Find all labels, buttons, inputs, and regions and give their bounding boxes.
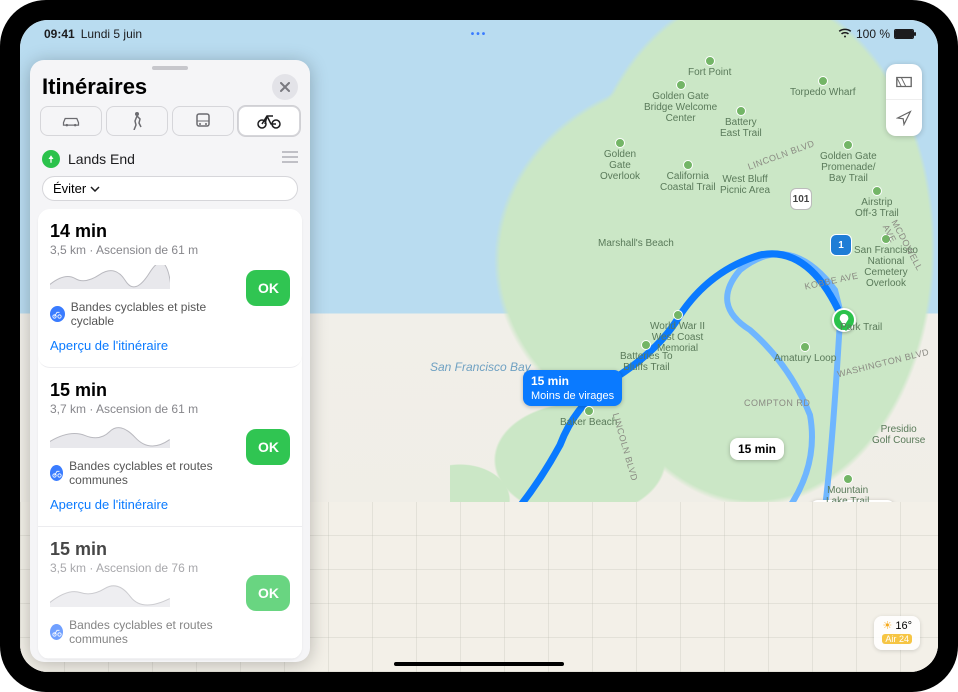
weather-widget[interactable]: ☀︎ 16° Air 24	[874, 616, 920, 650]
locate-button[interactable]	[886, 100, 922, 136]
destination-name: Lands End	[68, 151, 274, 167]
bicycle-icon	[257, 113, 281, 129]
park-icon	[42, 150, 60, 168]
route-option-2[interactable]: 15 min 3,7 km · Ascension de 61 m Bandes…	[38, 368, 302, 527]
road-california: CALIFORNIA ST	[652, 626, 726, 636]
lane-text: Bandes cyclables et piste cyclable	[71, 300, 238, 328]
transit-icon	[195, 113, 211, 129]
battery-percent: 100 %	[856, 27, 890, 41]
statusbar-time: 09:41	[44, 27, 75, 41]
road-lake: LAKE ST	[696, 590, 737, 600]
shield-1: 1	[830, 234, 852, 256]
weather-temp: 16°	[895, 620, 912, 632]
lane-text: Bandes cyclables et routes communes	[69, 459, 238, 487]
route-sub: 3,7 km · Ascension de 61 m	[50, 402, 238, 416]
close-button[interactable]	[272, 74, 298, 100]
route-option-3[interactable]: 15 min 3,5 km · Ascension de 76 m Bandes…	[38, 527, 302, 659]
sun-icon: ☀︎	[882, 620, 892, 632]
home-indicator[interactable]	[394, 662, 564, 666]
mode-cycle[interactable]	[238, 106, 300, 136]
bike-lane-icon	[50, 306, 65, 322]
destination-pin[interactable]	[378, 570, 402, 594]
panel-grabber[interactable]	[152, 66, 188, 70]
statusbar-date: Lundi 5 juin	[81, 27, 142, 41]
reorder-icon[interactable]	[282, 150, 298, 168]
car-icon	[61, 114, 81, 128]
go-button[interactable]: OK	[246, 429, 290, 465]
road-compton: COMPTON RD	[744, 398, 810, 408]
bike-lane-icon	[50, 465, 63, 481]
transport-mode-segmented	[30, 106, 310, 144]
route-list: 14 min 3,5 km · Ascension de 61 m Bandes…	[30, 209, 310, 662]
poi-china: China Beach	[410, 536, 467, 558]
route-sub: 3,5 km · Ascension de 61 m	[50, 243, 238, 257]
route-sub: 3,5 km · Ascension de 76 m	[50, 561, 238, 575]
road-seacliff: SEACLIFF	[488, 556, 535, 566]
elevation-sparkline	[50, 424, 170, 448]
panel-title: Itinéraires	[42, 74, 147, 100]
shield-101: 101	[790, 188, 812, 210]
battery-icon	[894, 29, 914, 39]
poi-lobos-valley: Lobos Creek Valley Trail	[614, 516, 671, 549]
route-callout-mid[interactable]: 15 min	[730, 438, 784, 460]
route-time: 15 min	[50, 380, 238, 401]
route-callout-fast[interactable]: 14 min Le plus rapide	[810, 500, 895, 536]
wifi-icon	[838, 27, 852, 41]
layers-button[interactable]	[886, 64, 922, 100]
elevation-sparkline	[50, 583, 170, 607]
bike-lane-icon	[50, 624, 63, 640]
road-elcamino: EL CAMINO DEL MAR	[326, 610, 426, 620]
route-preview-link[interactable]: Aperçu de l'itinéraire	[50, 497, 168, 512]
walk-icon	[131, 112, 143, 130]
mode-walk[interactable]	[106, 106, 168, 136]
mode-drive[interactable]	[40, 106, 102, 136]
destination-row[interactable]: Lands End	[30, 144, 310, 174]
multitask-dots-icon[interactable]: •••	[471, 29, 488, 40]
directions-panel: Itinéraires	[30, 60, 310, 662]
origin-pin[interactable]	[832, 308, 856, 332]
avoid-label: Éviter	[53, 181, 86, 196]
location-arrow-icon	[896, 110, 912, 126]
aqi-badge: Air 24	[882, 634, 912, 644]
poi-mtn-lake-park: Mountain Lake Park	[800, 558, 889, 569]
lane-text: Bandes cyclables et routes communes	[69, 618, 238, 646]
route-time: 15 min	[50, 539, 238, 560]
avoid-button[interactable]: Éviter	[42, 176, 298, 201]
poi-lands-end: Lands End	[366, 596, 414, 607]
route-time: 14 min	[50, 221, 238, 242]
go-button[interactable]: OK	[246, 270, 290, 306]
close-icon	[280, 82, 290, 92]
mode-transit[interactable]	[172, 106, 234, 136]
route-option-1[interactable]: 14 min 3,5 km · Ascension de 61 m Bandes…	[38, 209, 302, 368]
route-callout-primary[interactable]: 15 min Moins de virages	[523, 370, 622, 406]
map-layers-icon	[895, 73, 913, 91]
go-button[interactable]: OK	[246, 575, 290, 611]
elevation-sparkline	[50, 265, 170, 289]
chevron-down-icon	[90, 186, 100, 192]
route-preview-link[interactable]: Aperçu de l'itinéraire	[50, 338, 168, 353]
